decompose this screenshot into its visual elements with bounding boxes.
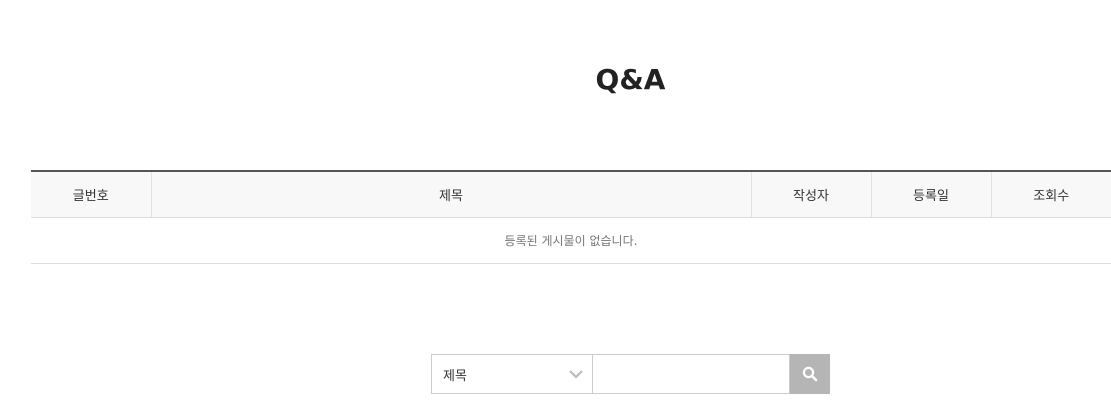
search-field-label: 제목	[443, 368, 467, 384]
table-row: 등록된 게시물이 없습니다.	[31, 217, 1111, 264]
search-input[interactable]	[593, 354, 790, 394]
column-header-date: 등록일	[870, 171, 991, 218]
empty-message: 등록된 게시물이 없습니다.	[31, 217, 1111, 264]
search-icon	[802, 366, 818, 382]
page-title: Q&A	[595, 63, 666, 96]
table-header: 글번호 제목 작성자 등록일 조회수	[31, 171, 1111, 218]
column-header-author: 작성자	[750, 171, 871, 218]
column-header-number: 글번호	[31, 171, 151, 218]
table-body: 등록된 게시물이 없습니다.	[31, 217, 1111, 264]
search-bar: 제목	[431, 354, 830, 394]
column-header-title: 제목	[150, 171, 751, 218]
search-button[interactable]	[790, 354, 830, 394]
board-table: 글번호 제목 작성자 등록일 조회수 등록된 게시물이 없습니다.	[31, 170, 1111, 264]
table-header-row: 글번호 제목 작성자 등록일 조회수	[31, 171, 1111, 218]
chevron-down-icon	[568, 366, 584, 382]
column-header-views: 조회수	[990, 171, 1111, 218]
search-field-select[interactable]: 제목	[431, 354, 593, 394]
